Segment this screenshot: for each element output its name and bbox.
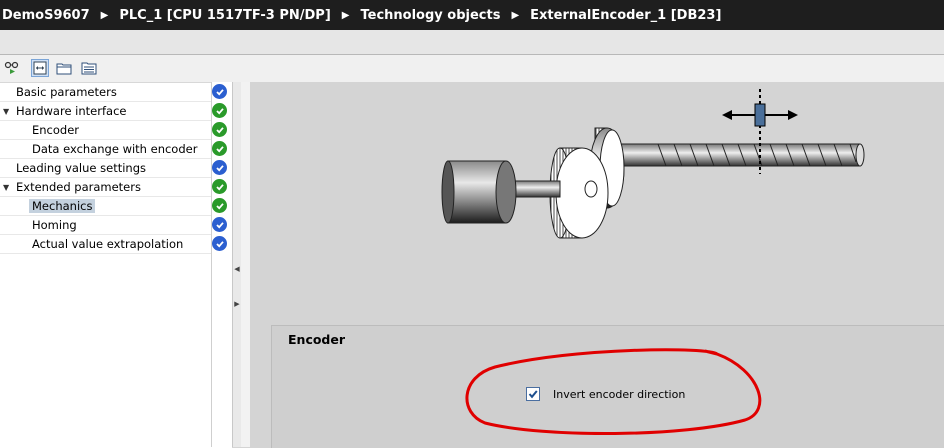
nav-item-label: Mechanics [29,199,96,213]
nav-item-label: Encoder [32,123,80,137]
status-info-icon [212,84,227,99]
status-column [211,82,233,447]
nav-item-actual-value-extrapolation[interactable]: Actual value extrapolation [0,235,230,254]
panel-gap [241,82,250,447]
functional-view-icon[interactable] [31,59,49,77]
status-ok-icon [212,122,227,137]
nav-item-label: Extended parameters [16,180,141,194]
folder-icon[interactable] [55,59,73,77]
status-ok-icon [212,103,227,118]
status-info-icon [212,236,227,251]
nav-item-extended-parameters[interactable]: ▼ Extended parameters [0,178,230,197]
nav-item-encoder[interactable]: Encoder [0,121,230,140]
nav-item-label: Actual value extrapolation [32,237,184,251]
nav-item-leading-value-settings[interactable]: Leading value settings [0,159,230,178]
breadcrumb: DemoS9607 ▶ PLC_1 [CPU 1517TF-3 PN/DP] ▶… [0,0,944,30]
breadcrumb-plc[interactable]: PLC_1 [CPU 1517TF-3 PN/DP] [115,8,334,23]
nav-item-label: Leading value settings [16,161,146,175]
invert-encoder-direction-label: Invert encoder direction [553,387,686,401]
status-ok-icon [212,141,227,156]
breadcrumb-project[interactable]: DemoS9607 [0,8,94,23]
nav-item-homing[interactable]: Homing [0,216,230,235]
section-title: Encoder [288,332,346,347]
nav-item-label: Data exchange with encoder [32,142,198,156]
collapse-left-icon[interactable]: ◀ [233,265,241,273]
nav-item-mechanics[interactable]: Mechanics [0,197,230,216]
breadcrumb-separator-icon: ▶ [100,9,109,21]
expand-arrow-icon[interactable]: ▼ [3,107,9,116]
nav-item-hardware-interface[interactable]: ▼ Hardware interface [0,102,230,121]
encoder-section: Encoder Invert encoder direction [271,325,944,448]
invert-encoder-direction-option[interactable]: Invert encoder direction [526,387,685,401]
breadcrumb-separator-icon: ▶ [511,9,520,21]
nav-item-label: Homing [32,218,77,232]
toolbar [0,55,944,82]
breadcrumb-separator-icon: ▶ [341,9,350,21]
status-info-icon [212,160,227,175]
nav-item-label: Basic parameters [16,85,117,99]
navigation-tree: Basic parameters ▼ Hardware interface En… [0,82,232,448]
parameter-view-icon[interactable] [80,59,98,77]
nav-item-label: Hardware interface [16,104,127,118]
expand-arrow-icon[interactable]: ▼ [3,183,9,192]
invert-encoder-direction-checkbox[interactable] [526,387,540,401]
tab-strip [0,30,944,55]
breadcrumb-technology-objects[interactable]: Technology objects [356,8,504,23]
checkmark-icon [528,390,538,399]
breadcrumb-encoder-db[interactable]: ExternalEncoder_1 [DB23] [526,8,725,23]
nav-item-data-exchange[interactable]: Data exchange with encoder [0,140,230,159]
expand-right-icon[interactable]: ▶ [233,300,241,308]
status-ok-icon [212,179,227,194]
status-ok-icon [212,198,227,213]
nav-item-basic-parameters[interactable]: Basic parameters [0,83,230,102]
mechanics-illustration [441,89,865,239]
online-monitor-icon[interactable] [3,59,21,77]
status-info-icon [212,217,227,232]
